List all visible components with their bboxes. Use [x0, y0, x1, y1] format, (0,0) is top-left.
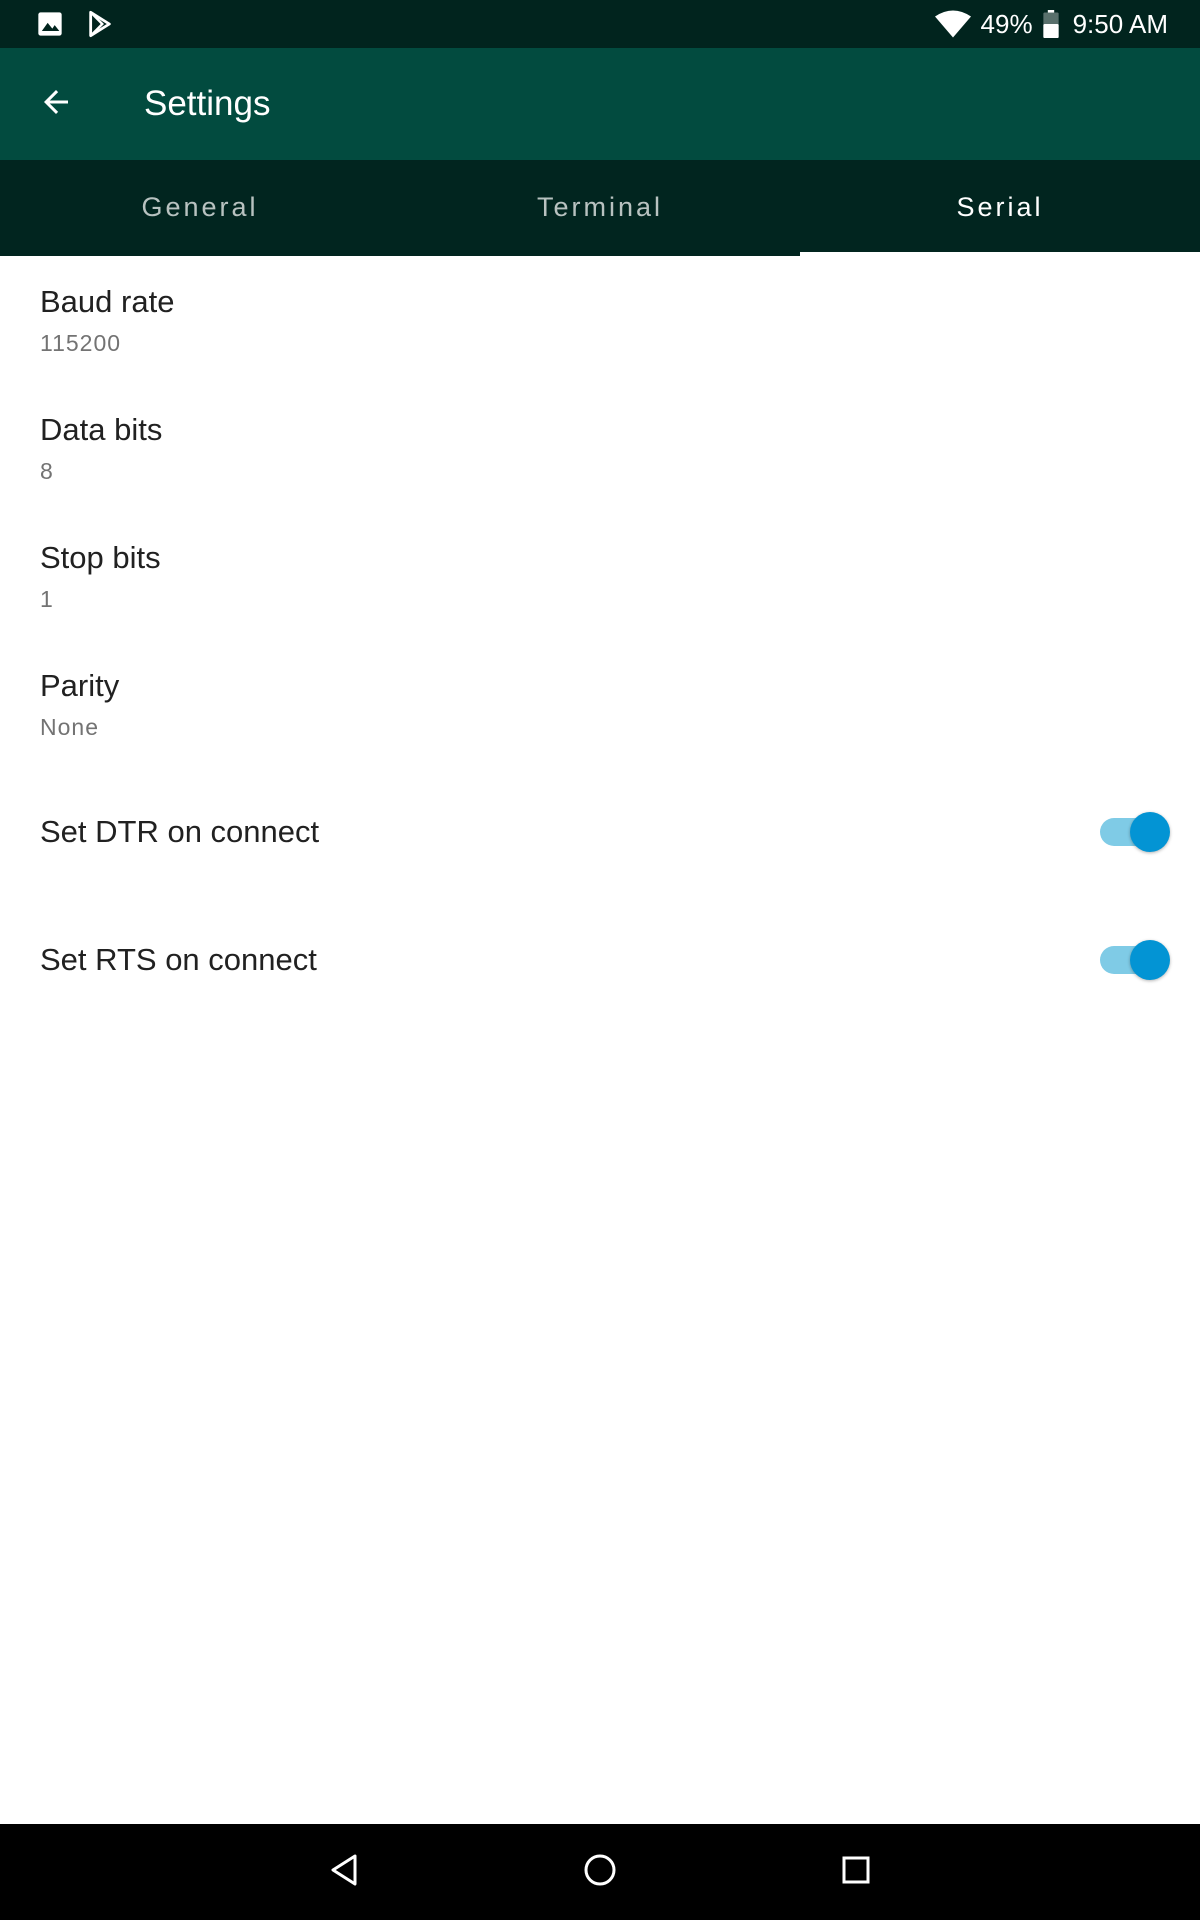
battery-icon: [1042, 10, 1059, 38]
pref-data-bits[interactable]: Data bits 8: [0, 384, 1200, 512]
tab-serial[interactable]: Serial: [800, 160, 1200, 256]
pref-title: Parity: [40, 667, 120, 703]
back-button[interactable]: [0, 48, 112, 160]
app-bar: Settings: [0, 48, 1200, 160]
pref-title: Baud rate: [40, 283, 175, 319]
clock: 9:50 AM: [1072, 8, 1168, 39]
pref-title: Data bits: [40, 411, 163, 447]
pref-baud-rate[interactable]: Baud rate 115200: [0, 256, 1200, 384]
status-left: [36, 10, 136, 38]
switch-thumb: [1130, 812, 1170, 852]
pref-rts-on-connect[interactable]: Set RTS on connect: [0, 896, 1200, 1024]
battery-percent: 49%: [980, 8, 1033, 39]
pref-title: Set RTS on connect: [40, 942, 317, 977]
pref-stop-bits[interactable]: Stop bits 1: [0, 512, 1200, 640]
nav-back-button[interactable]: [216, 1824, 472, 1920]
back-triangle-icon: [328, 1853, 360, 1892]
pref-dtr-on-connect[interactable]: Set DTR on connect: [0, 768, 1200, 896]
navigation-bar: [0, 1824, 1200, 1920]
home-circle-icon: [583, 1853, 617, 1892]
arrow-left-icon: [38, 84, 74, 125]
tab-general[interactable]: General: [0, 160, 400, 256]
pref-parity[interactable]: Parity None: [0, 640, 1200, 768]
dtr-toggle-switch[interactable]: [1098, 810, 1170, 854]
settings-list: Baud rate 115200 Data bits 8 Stop bits 1…: [0, 256, 1200, 1024]
pref-summary: 1: [40, 585, 54, 612]
status-bar: 49% 9:50 AM: [0, 0, 1200, 48]
status-right: 49% 9:50 AM: [925, 9, 1168, 40]
play-store-icon: [86, 10, 114, 38]
recents-square-icon: [841, 1855, 871, 1890]
switch-thumb: [1130, 940, 1170, 980]
pref-title: Stop bits: [40, 539, 161, 575]
pref-summary: 8: [40, 457, 54, 484]
tab-terminal[interactable]: Terminal: [400, 160, 800, 256]
wifi-icon: [934, 10, 971, 38]
page-title: Settings: [144, 84, 271, 123]
pref-summary: 115200: [40, 329, 122, 356]
nav-recents-button[interactable]: [728, 1824, 984, 1920]
tab-bar: General Terminal Serial: [0, 160, 1200, 256]
rts-toggle-switch[interactable]: [1098, 938, 1170, 982]
image-icon: [36, 10, 64, 38]
nav-home-button[interactable]: [472, 1824, 728, 1920]
pref-title: Set DTR on connect: [40, 814, 320, 849]
pref-summary: None: [40, 713, 99, 740]
